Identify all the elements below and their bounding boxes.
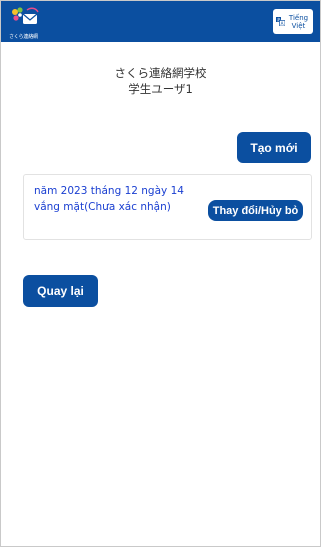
change-cancel-button[interactable]: Thay đổi/Hủy bỏ bbox=[208, 200, 303, 221]
translate-icon: あ A bbox=[275, 17, 285, 26]
absence-entry-card: năm 2023 tháng 12 ngày 14 vắng mặt(Chưa … bbox=[23, 174, 312, 240]
back-button[interactable]: Quay lại bbox=[23, 275, 98, 307]
user-name: 学生ユーザ1 bbox=[128, 82, 193, 96]
logo-text: さくら連絡網 bbox=[9, 34, 38, 40]
absence-status: vắng mặt(Chưa xác nhận) bbox=[34, 201, 171, 213]
app-header: さくら連絡網 あ A Tiếng Việt bbox=[1, 1, 320, 42]
language-button[interactable]: あ A Tiếng Việt bbox=[273, 9, 313, 34]
absence-date: năm 2023 tháng 12 ngày 14 bbox=[34, 185, 184, 197]
app-frame: さくら連絡網 あ A Tiếng Việt さくら連絡網学校 学生ユーザ1 Tạ… bbox=[0, 0, 321, 547]
svg-text:A: A bbox=[280, 21, 283, 26]
absence-entry-text: năm 2023 tháng 12 ngày 14 vắng mặt(Chưa … bbox=[34, 183, 204, 215]
create-new-button[interactable]: Tạo mới bbox=[237, 132, 311, 163]
school-name: さくら連絡網学校 bbox=[114, 66, 207, 80]
language-button-label: Tiếng Việt bbox=[288, 13, 309, 30]
